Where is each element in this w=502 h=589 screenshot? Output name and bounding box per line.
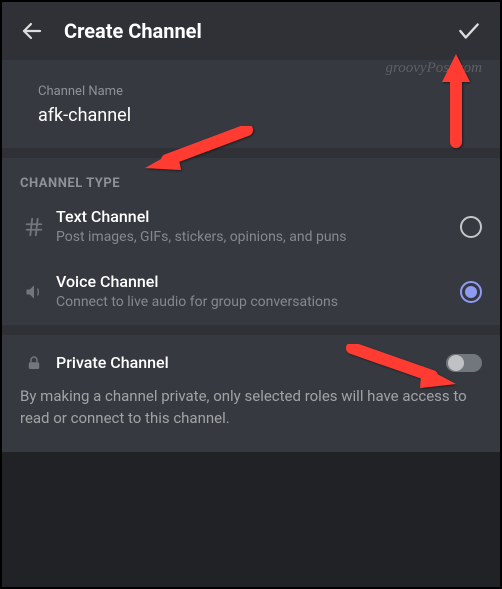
- watermark-text: groovyPost.com: [385, 60, 482, 77]
- private-toggle[interactable]: [446, 354, 482, 372]
- option-text-body: Text Channel Post images, GIFs, stickers…: [48, 207, 460, 246]
- option-text-channel[interactable]: Text Channel Post images, GIFs, stickers…: [2, 195, 500, 260]
- lock-icon: [20, 354, 48, 372]
- private-title: Private Channel: [56, 353, 446, 372]
- channel-name-value: afk-channel: [38, 105, 482, 126]
- confirm-check-icon[interactable]: [456, 18, 482, 44]
- topbar: Create Channel: [2, 2, 500, 60]
- option-title: Text Channel: [56, 207, 460, 226]
- section-divider: [2, 325, 500, 335]
- speaker-icon: [20, 282, 48, 302]
- private-channel-row[interactable]: Private Channel: [2, 335, 500, 380]
- section-divider: [2, 148, 500, 158]
- hash-icon: [20, 216, 48, 238]
- option-title: Voice Channel: [56, 272, 460, 291]
- option-desc: Connect to live audio for group conversa…: [56, 293, 460, 311]
- channel-type-heading: CHANNEL TYPE: [2, 158, 500, 195]
- content-area: Channel Name afk-channel CHANNEL TYPE Te…: [2, 60, 500, 452]
- private-text: Private Channel: [48, 353, 446, 372]
- option-voice-channel[interactable]: Voice Channel Connect to live audio for …: [2, 260, 500, 325]
- radio-text-channel[interactable]: [460, 216, 482, 238]
- channel-name-label: Channel Name: [38, 84, 482, 99]
- private-desc: By making a channel private, only select…: [2, 380, 500, 452]
- page-title: Create Channel: [64, 19, 456, 43]
- radio-voice-channel[interactable]: [460, 281, 482, 303]
- option-desc: Post images, GIFs, stickers, opinions, a…: [56, 228, 460, 246]
- back-arrow-icon[interactable]: [20, 19, 44, 43]
- option-voice-body: Voice Channel Connect to live audio for …: [48, 272, 460, 311]
